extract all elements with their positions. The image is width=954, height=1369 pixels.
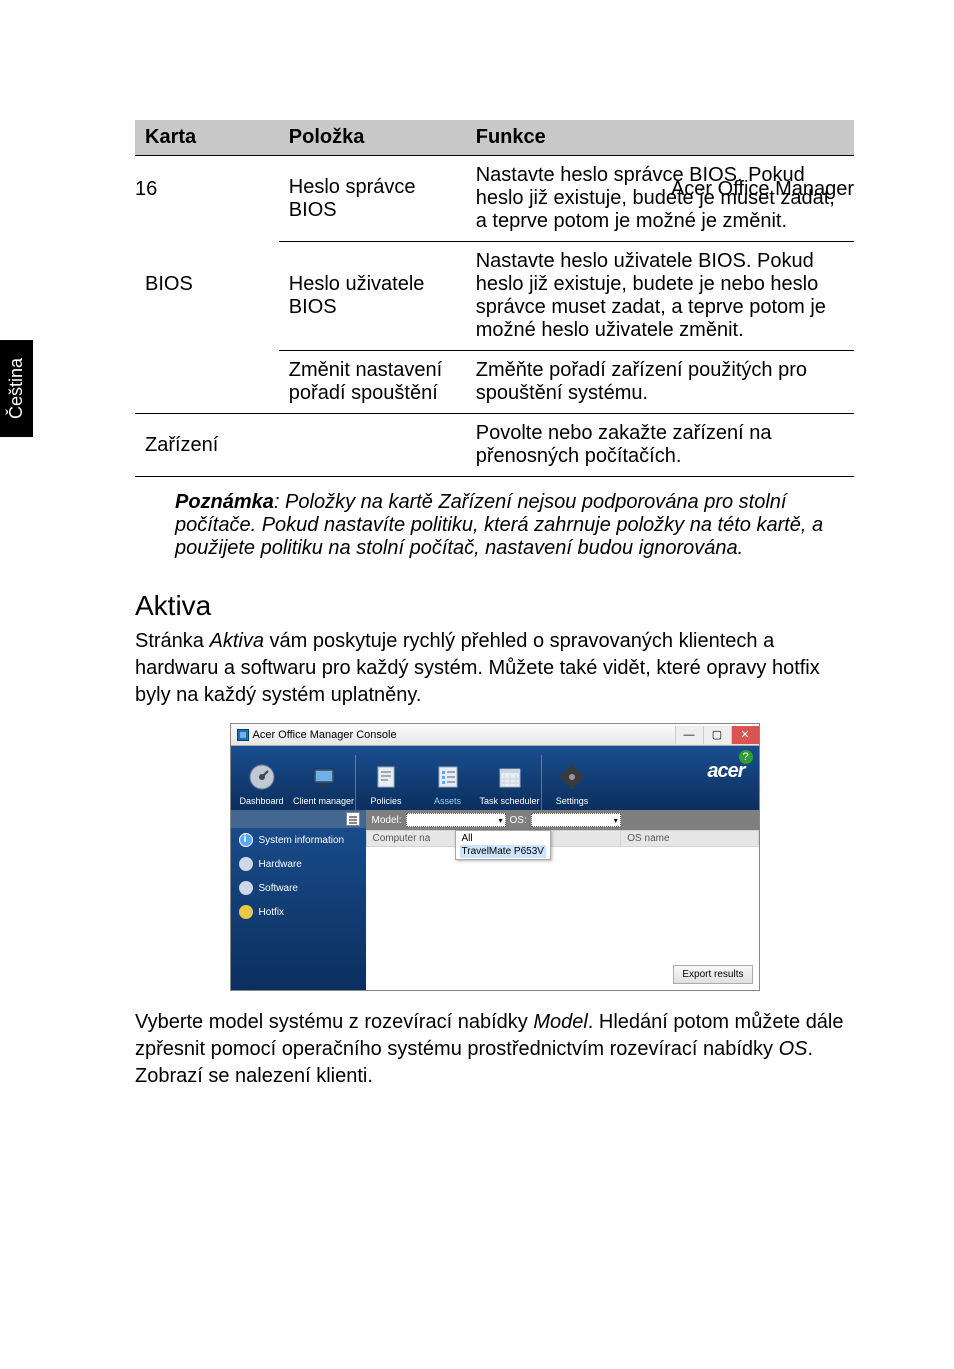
sidebar: System information Hardware Software Hot…: [231, 810, 366, 990]
sidebar-item-hotfix[interactable]: Hotfix: [231, 900, 366, 924]
paragraph-before-image: Stránka Aktiva vám poskytuje rychlý přeh…: [135, 628, 854, 709]
chevron-down-icon: ▾: [499, 816, 503, 825]
export-results-button[interactable]: Export results: [673, 965, 752, 984]
table-row: Zařízení Povolte nebo zakažte zařízení n…: [135, 414, 854, 477]
gear-icon: [556, 761, 588, 793]
cell-zarizeni: Zařízení: [135, 414, 466, 477]
ribbon-label: Assets: [417, 796, 479, 806]
window-title: Acer Office Manager Console: [253, 729, 397, 741]
software-icon: [239, 881, 253, 895]
ribbon-settings[interactable]: Settings: [541, 755, 603, 810]
brand-logo: acer: [707, 760, 744, 783]
cell: Změňte pořadí zařízení použitých pro spo…: [466, 351, 854, 414]
ribbon-label: Task scheduler: [479, 796, 541, 806]
cell: Povolte nebo zakažte zařízení na přenosn…: [466, 414, 854, 477]
ribbon-nav: ? acer Dashboard Client manager Policies…: [231, 746, 759, 810]
model-filter-label: Model:: [372, 815, 402, 826]
th-os-name[interactable]: OS name: [621, 831, 758, 847]
results-table: Computer na Model OS name: [366, 830, 759, 847]
paragraph-after-image: Vyberte model systému z rozevírací nabíd…: [135, 1009, 854, 1090]
os-filter-label: OS:: [510, 815, 527, 826]
policies-icon: [370, 761, 402, 793]
section-heading-aktiva: Aktiva: [135, 590, 854, 622]
window-maximize-button[interactable]: ▢: [703, 726, 731, 744]
dashboard-icon: [246, 761, 278, 793]
sidebar-item-system-information[interactable]: System information: [231, 828, 366, 852]
filter-bar: Model: ▾ OS: ▾: [366, 810, 759, 830]
sidebar-item-label: Hardware: [259, 859, 302, 870]
monitor-icon: [308, 761, 340, 793]
chevron-down-icon: ▾: [614, 816, 618, 825]
ribbon-label: Dashboard: [231, 796, 293, 806]
os-dropdown[interactable]: ▾: [531, 813, 621, 827]
ribbon-policies[interactable]: Policies: [355, 755, 417, 810]
dropdown-option-all[interactable]: All: [460, 832, 546, 845]
ribbon-dashboard[interactable]: Dashboard: [231, 755, 293, 810]
th-karta: Karta: [135, 120, 279, 156]
sidebar-item-hardware[interactable]: Hardware: [231, 852, 366, 876]
ribbon-assets[interactable]: Assets: [417, 755, 479, 810]
th-polozka: Položka: [279, 120, 466, 156]
note-paragraph: Poznámka: Položky na kartě Zařízení nejs…: [175, 491, 854, 560]
language-side-tab: Čeština: [0, 340, 33, 437]
calendar-icon: [494, 761, 526, 793]
ribbon-label: Client manager: [293, 796, 355, 806]
cell: Změnit nastavení pořadí spouštění: [279, 351, 466, 414]
cell: Heslo uživatele BIOS: [279, 242, 466, 351]
app-icon: [237, 729, 249, 741]
sidebar-item-label: Software: [259, 883, 298, 894]
window-titlebar: Acer Office Manager Console — ▢ ✕: [231, 724, 759, 746]
ribbon-task-scheduler[interactable]: Task scheduler: [479, 755, 541, 810]
th-funkce: Funkce: [466, 120, 854, 156]
window-close-button[interactable]: ✕: [731, 726, 759, 744]
app-screenshot: Acer Office Manager Console — ▢ ✕ ? acer…: [230, 723, 760, 991]
main-panel: Model: ▾ OS: ▾ All TravelMate P653V Comp…: [366, 810, 759, 990]
page-number: 16: [135, 178, 157, 201]
window-minimize-button[interactable]: —: [675, 726, 703, 744]
sidebar-item-software[interactable]: Software: [231, 876, 366, 900]
hardware-icon: [239, 857, 253, 871]
sidebar-item-label: Hotfix: [259, 907, 285, 918]
note-label: Poznámka: [175, 491, 274, 513]
document-icon[interactable]: [346, 812, 360, 826]
settings-table: Karta Položka Funkce BIOS Heslo správce …: [135, 120, 854, 477]
ribbon-label: Settings: [542, 796, 603, 806]
model-dropdown-list[interactable]: All TravelMate P653V: [455, 830, 551, 860]
document-header: Acer Office Manager: [671, 178, 854, 201]
ribbon-label: Policies: [356, 796, 417, 806]
model-dropdown[interactable]: ▾: [406, 813, 506, 827]
cell: Nastavte heslo uživatele BIOS. Pokud hes…: [466, 242, 854, 351]
sidebar-item-label: System information: [259, 835, 345, 846]
info-icon: [239, 833, 253, 847]
dropdown-option-travelmate[interactable]: TravelMate P653V: [460, 845, 546, 858]
sidebar-top-strip: [231, 810, 366, 828]
assets-icon: [432, 761, 464, 793]
cell: Heslo správce BIOS: [279, 156, 466, 242]
ribbon-client-manager[interactable]: Client manager: [293, 755, 355, 810]
hotfix-icon: [239, 905, 253, 919]
